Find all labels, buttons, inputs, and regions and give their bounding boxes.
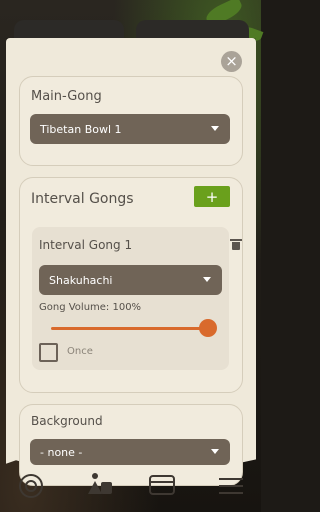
add-interval-gong-button[interactable]: + [194, 186, 230, 207]
close-button[interactable]: × [221, 51, 242, 72]
menu-icon[interactable] [216, 470, 246, 500]
background-selected: - none - [40, 445, 83, 459]
close-icon: × [225, 52, 238, 70]
gong-volume-slider-thumb[interactable] [199, 319, 217, 337]
once-checkbox[interactable] [39, 343, 58, 362]
background-dropdown[interactable]: - none - [30, 439, 230, 465]
once-label: Once [67, 346, 93, 357]
interval-gong-sound-dropdown[interactable]: Shakuhachi [39, 265, 222, 295]
bottom-nav [0, 464, 261, 512]
main-gong-title: Main-Gong [31, 89, 102, 104]
interval-gong-sound-selected: Shakuhachi [49, 273, 113, 287]
delete-icon[interactable] [230, 239, 242, 250]
background-title: Background [31, 414, 103, 428]
gong-volume-slider-track[interactable] [51, 327, 208, 330]
gong-icon[interactable] [16, 470, 46, 500]
interval-gongs-title: Interval Gongs [31, 191, 134, 207]
meditator-icon[interactable] [84, 470, 114, 500]
chevron-down-icon [211, 126, 219, 131]
main-gong-dropdown[interactable]: Tibetan Bowl 1 [30, 114, 230, 144]
presets-icon[interactable] [147, 470, 177, 500]
main-gong-selected: Tibetan Bowl 1 [40, 122, 122, 136]
interval-gong-title: Interval Gong 1 [39, 238, 133, 252]
trash-can [232, 242, 240, 250]
plus-icon: + [205, 187, 219, 206]
trash-lid [230, 239, 242, 241]
gong-volume-label: Gong Volume: 100% [39, 302, 142, 313]
chevron-down-icon [211, 449, 219, 454]
chevron-down-icon [203, 277, 211, 282]
